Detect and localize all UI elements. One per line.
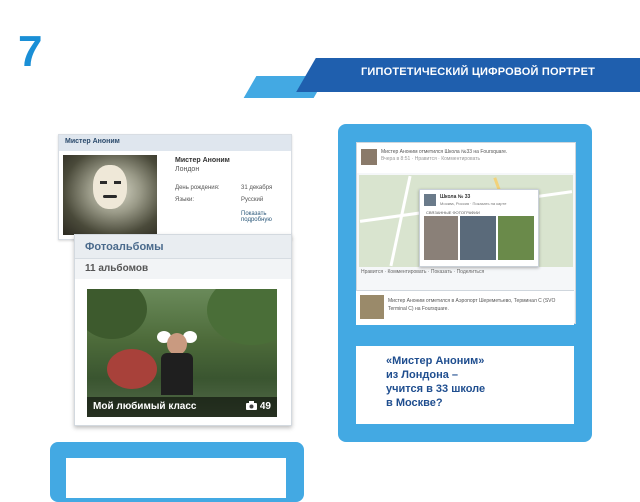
album-photo[interactable]: Мой любимый класс 49 bbox=[87, 289, 277, 417]
place-photo[interactable] bbox=[424, 216, 458, 260]
checkin2-text: Мистер Аноним отметился в Аэропорт Шерем… bbox=[388, 298, 556, 312]
checkin1-text: Мистер Аноним отметился Школа №33 на Fou… bbox=[381, 149, 508, 155]
mask-face bbox=[93, 165, 127, 209]
place-address: Москва, Россия · Показать на карте bbox=[440, 201, 507, 206]
girl-head bbox=[167, 333, 187, 355]
language-value: Русский bbox=[241, 197, 264, 203]
slide-number: 7 bbox=[18, 27, 43, 76]
mask-eye-right bbox=[114, 181, 121, 184]
profile-header: Мистер Аноним bbox=[59, 135, 291, 151]
profile-name: Мистер Аноним bbox=[175, 157, 230, 164]
album-photo-count: 49 bbox=[245, 401, 271, 412]
more-info-link[interactable]: Показать подробную bbox=[241, 211, 291, 223]
mask-mouth bbox=[103, 195, 117, 198]
profile-photo bbox=[63, 155, 157, 235]
tree-shape bbox=[87, 289, 147, 339]
checkin-text: Мистер Аноним отметился Школа №33 на Fou… bbox=[381, 149, 571, 163]
album-caption-text: Мой любимый класс bbox=[93, 401, 197, 412]
place-photo[interactable] bbox=[498, 216, 534, 260]
quote-box: «Мистер Аноним» из Лондона – учится в 33… bbox=[356, 346, 574, 424]
checkin1-meta: Вчера в 8:51 · Нравится · Комментировать bbox=[381, 156, 481, 162]
place-photo[interactable] bbox=[460, 216, 496, 260]
birthday-value: 31 декабря bbox=[241, 185, 273, 191]
albums-count[interactable]: 11 альбомов bbox=[75, 259, 291, 279]
blue-bottom-inner bbox=[66, 458, 286, 498]
album-caption: Мой любимый класс 49 bbox=[87, 397, 277, 417]
car-shape bbox=[107, 349, 157, 389]
profile-city: Лондон bbox=[175, 166, 200, 173]
albums-title: Фотоальбомы bbox=[75, 235, 291, 259]
girl-body bbox=[161, 353, 193, 395]
avatar bbox=[361, 149, 377, 165]
album-count-value: 49 bbox=[259, 401, 271, 412]
photos-label: СВЯЗАННЫЕ ФОТОГРАФИИ bbox=[426, 210, 480, 215]
place-card[interactable]: Школа № 33 Москва, Россия · Показать на … bbox=[419, 189, 539, 267]
quote-text: «Мистер Аноним» из Лондона – учится в 33… bbox=[386, 355, 486, 409]
profile-card: Мистер Аноним Мистер Аноним Лондон День … bbox=[58, 134, 292, 240]
mask-eye-left bbox=[100, 181, 107, 184]
checkin-links[interactable]: Нравится · Комментировать · Показать · П… bbox=[361, 269, 484, 275]
checkin-card-2: Мистер Аноним отметился в Аэропорт Шерем… bbox=[356, 290, 574, 325]
tree-shape bbox=[207, 289, 277, 345]
place-thumb bbox=[424, 194, 436, 206]
albums-card: Фотоальбомы 11 альбомов Мой любимый клас… bbox=[74, 234, 292, 426]
checkin-header: Мистер Аноним отметился Школа №33 на Fou… bbox=[357, 143, 575, 173]
avatar bbox=[360, 295, 384, 319]
birthday-label: День рождения: bbox=[175, 185, 220, 191]
place-name: Школа № 33 bbox=[440, 194, 471, 200]
banner-title: ГИПОТЕТИЧЕСКИЙ ЦИФРОВОЙ ПОРТРЕТ bbox=[360, 66, 596, 78]
language-label: Языки: bbox=[175, 197, 195, 203]
camera-icon bbox=[245, 401, 257, 410]
map-road bbox=[389, 175, 412, 267]
